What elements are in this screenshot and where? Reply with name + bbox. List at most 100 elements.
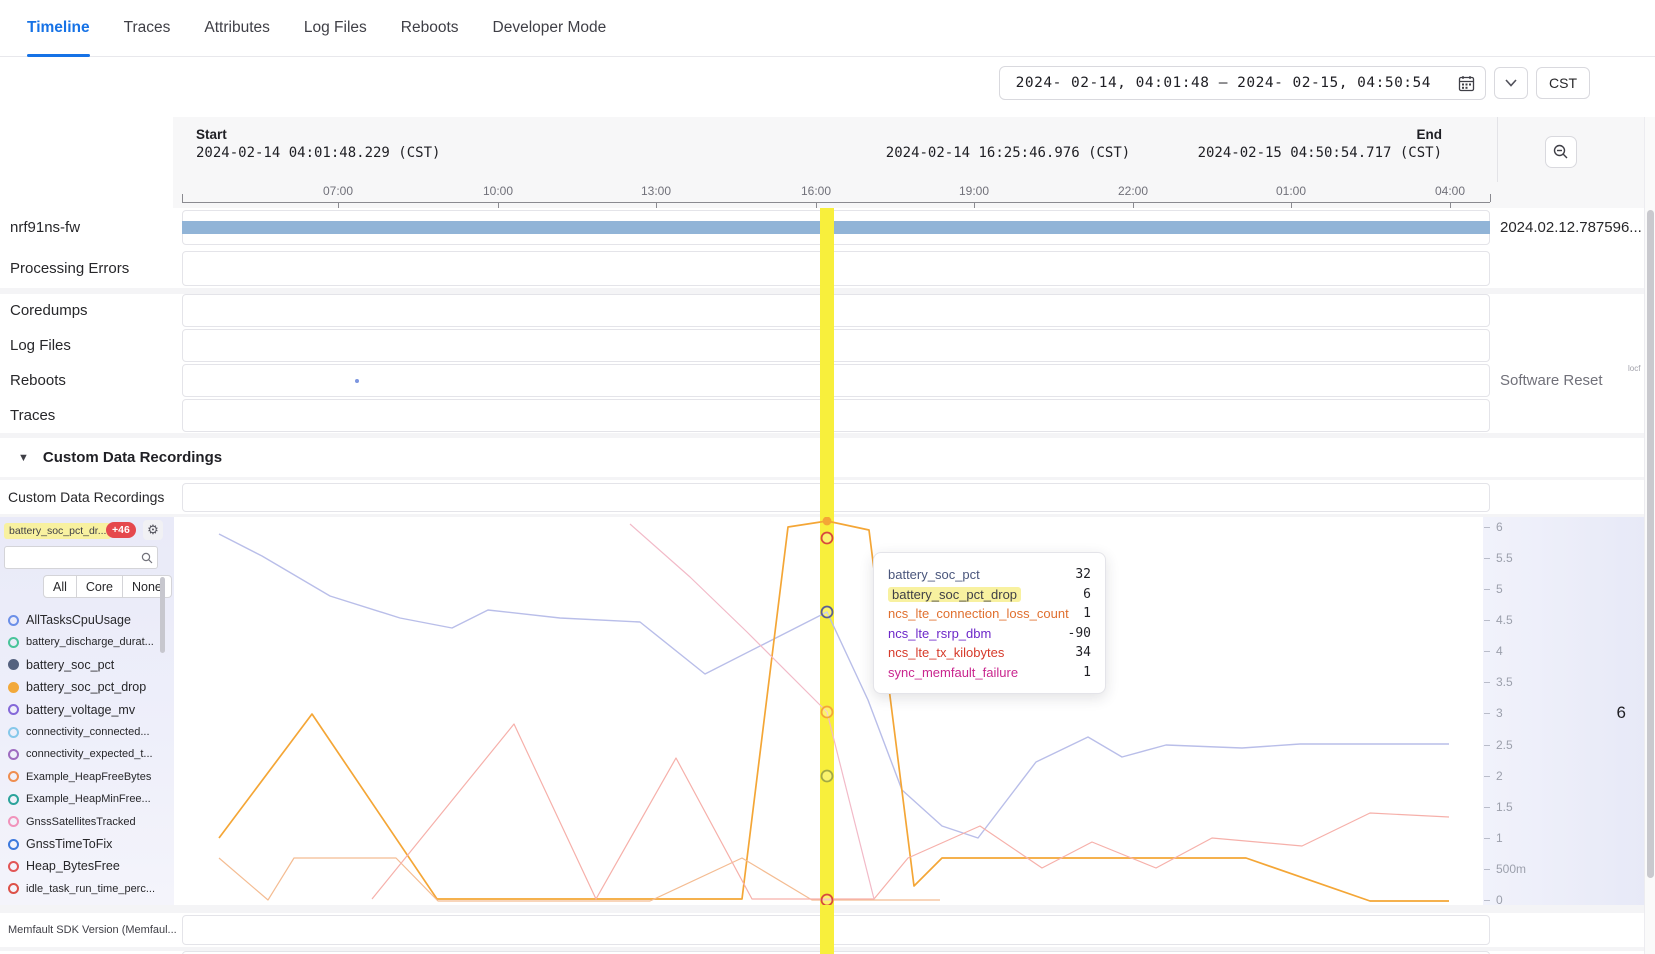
metric-color-ring [8, 637, 19, 648]
ruler-tick: 19:00 [959, 184, 989, 198]
reboot-event-dot[interactable] [355, 379, 359, 383]
cdr-row-track[interactable] [182, 483, 1490, 512]
metric-color-ring [8, 659, 19, 670]
tab-timeline[interactable]: Timeline [27, 0, 90, 56]
chart-series [174, 517, 1483, 905]
filter-all-button[interactable]: All [43, 575, 77, 598]
tooltip-row: battery_soc_pct 32 [888, 565, 1091, 585]
start-datetime: 2024-02-14 04:01:48.229 (CST) [196, 145, 440, 161]
tooltip-metric-name: battery_soc_pct [888, 567, 980, 582]
tooltip-metric-name: battery_soc_pct_drop [888, 587, 1021, 602]
metric-filter-segment: AllCoreNone [43, 575, 172, 598]
row-track-coredumps[interactable] [182, 294, 1490, 327]
ruler-tick: 22:00 [1118, 184, 1148, 198]
ruler-tick: 07:00 [323, 184, 353, 198]
metric-name: connectivity_connected... [26, 726, 150, 738]
tab-traces[interactable]: Traces [124, 0, 171, 56]
cursor-data-point [822, 607, 833, 618]
row-label-reboots: Reboots [10, 364, 66, 397]
metric-name: GnssTimeToFix [26, 837, 112, 851]
sdk-version-row-label: Memfault SDK Version (Memfaul... [8, 913, 177, 947]
metric-item-connectivity_connected[interactable]: connectivity_connected... [8, 721, 150, 743]
ruler-tick: 13:00 [641, 184, 671, 198]
y-axis-tick: 4 [1496, 644, 1503, 658]
zoom-out-button[interactable] [1545, 136, 1577, 168]
y-axis-tick: 1 [1496, 831, 1503, 845]
date-range-input[interactable]: 2024- 02-14, 04:01:48 – 2024- 02-15, 04:… [999, 66, 1486, 100]
tooltip-row: ncs_lte_rsrp_dbm-90 [888, 624, 1091, 644]
start-label: Start [196, 126, 227, 144]
tab-log-files[interactable]: Log Files [304, 0, 367, 56]
metric-color-ring [8, 727, 19, 738]
metric-name: battery_soc_pct_drop [26, 680, 146, 694]
legend-scrollbar[interactable] [160, 577, 165, 653]
date-presets-button[interactable] [1494, 67, 1528, 99]
metric-color-ring [8, 615, 19, 626]
metric-item-gnsstimetofix[interactable]: GnssTimeToFix [8, 833, 112, 855]
filter-core-button[interactable]: Core [77, 575, 123, 598]
row-track-processing-errors[interactable] [182, 251, 1490, 286]
tab-attributes[interactable]: Attributes [204, 0, 269, 56]
vertical-scrollbar[interactable] [1644, 117, 1655, 954]
metric-name: battery_soc_pct [26, 658, 114, 672]
ruler-tick: 16:00 [801, 184, 831, 198]
tab-reboots[interactable]: Reboots [401, 0, 459, 56]
metric-item-idle_task_run_time_perc[interactable]: idle_task_run_time_perc... [8, 878, 155, 900]
cursor-data-point [822, 771, 833, 782]
calendar-icon[interactable] [1447, 67, 1485, 99]
metric-color-ring [8, 682, 19, 693]
metric-item-connectivity_expected_t[interactable]: connectivity_expected_t... [8, 743, 153, 765]
cdr-row-label: Custom Data Recordings [8, 480, 164, 514]
row-label-processing-errors: Processing Errors [10, 251, 129, 286]
metric-color-ring [8, 861, 19, 872]
cursor-data-point [822, 707, 833, 718]
scrollbar-thumb[interactable] [1647, 210, 1654, 878]
metric-item-example_heapminfree[interactable]: Example_HeapMinFree... [8, 788, 151, 810]
time-ruler[interactable]: 07:0010:0013:0016:0019:0022:0001:0004:00 [173, 182, 1644, 208]
chart-tooltip: battery_soc_pct 32 battery_soc_pct_drop 6 nc… [873, 552, 1106, 694]
metric-item-battery_soc_pct_drop[interactable]: battery_soc_pct_drop [8, 676, 146, 698]
metric-count-badge: +46 [106, 522, 136, 538]
tooltip-metric-value: 6 [1083, 587, 1091, 602]
tab-developer-mode[interactable]: Developer Mode [493, 0, 607, 56]
row-track-log-files[interactable] [182, 329, 1490, 362]
y-axis-tick: 3.5 [1496, 675, 1513, 689]
y-axis-tick: 6 [1496, 520, 1503, 534]
metric-color-ring [8, 749, 19, 760]
chart-y-axis: 65.554.543.532.521.51500m06 [1483, 517, 1644, 905]
row-track-traces[interactable] [182, 399, 1490, 432]
ruler-tick: 10:00 [483, 184, 513, 198]
collapse-caret-icon[interactable]: ▼ [18, 452, 29, 464]
metric-item-heap_bytesfree[interactable]: Heap_BytesFree [8, 855, 120, 877]
metric-color-ring [8, 704, 19, 715]
metric-item-example_heapfreebytes[interactable]: Example_HeapFreeBytes [8, 766, 151, 788]
row-track-reboots[interactable] [182, 364, 1490, 397]
y-axis-tick: 2 [1496, 769, 1503, 783]
y-axis-tick: 4.5 [1496, 613, 1513, 627]
metric-item-battery_discharge_durat[interactable]: battery_discharge_durat... [8, 631, 154, 653]
sdk-version-row-track[interactable] [182, 915, 1490, 945]
end-datetime: 2024-02-15 04:50:54.717 (CST) [1198, 145, 1442, 161]
ruler-tick: 01:00 [1276, 184, 1306, 198]
metric-color-ring [8, 794, 19, 805]
timezone-button[interactable]: CST [1536, 67, 1590, 99]
tooltip-metric-value: 1 [1083, 665, 1091, 680]
firmware-version-text: 2024.02.12.787596... [1500, 210, 1642, 245]
end-label: End [1417, 126, 1443, 144]
cdr-section-title: Custom Data Recordings [43, 449, 222, 466]
tooltip-metric-value: 32 [1075, 567, 1091, 582]
metric-color-ring [8, 816, 19, 827]
cursor-data-point [822, 895, 833, 906]
gear-icon[interactable]: ⚙ [143, 520, 163, 540]
header-divider [1497, 117, 1498, 182]
metric-item-gnsssatellitestracked[interactable]: GnssSatellitesTracked [8, 811, 136, 833]
metric-search-input[interactable] [5, 552, 141, 564]
metric-item-alltaskscpuusage[interactable]: AllTasksCpuUsage [8, 609, 131, 631]
firmware-version-bar[interactable] [182, 221, 1490, 234]
selected-metric-chip[interactable]: battery_soc_pct_dr... [4, 523, 111, 539]
metric-search[interactable] [4, 546, 158, 569]
y-axis-tick: 5 [1496, 582, 1503, 596]
metric-item-battery_soc_pct[interactable]: battery_soc_pct [8, 654, 114, 676]
tooltip-metric-name: ncs_lte_tx_kilobytes [888, 645, 1004, 660]
metric-item-battery_voltage_mv[interactable]: battery_voltage_mv [8, 699, 135, 721]
